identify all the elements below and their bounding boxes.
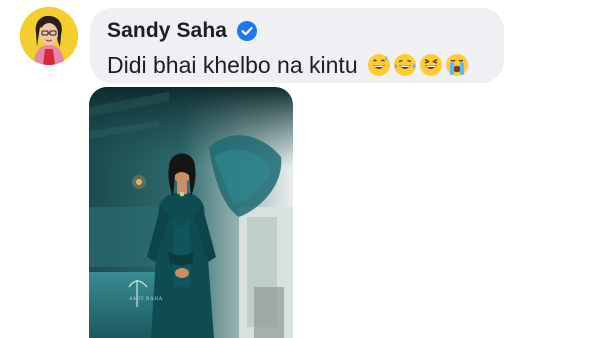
- loudly-crying-emoji-icon: [445, 54, 468, 76]
- avatar[interactable]: [20, 7, 78, 65]
- grinning-sweat-emoji-icon: [367, 54, 390, 76]
- comment-text: Didi bhai khelbo na kintu: [107, 51, 358, 78]
- tears-of-joy-emoji-icon: [393, 54, 416, 76]
- avatar-illustration: [20, 7, 78, 65]
- emoji-group: [367, 53, 471, 77]
- grinning-squint-emoji-icon: [419, 54, 442, 76]
- photo-scene: [89, 87, 293, 338]
- comment-body: Didi bhai khelbo na kintu: [107, 51, 487, 79]
- photo-watermark: AMIT NAHA: [129, 297, 163, 302]
- comment-bubble: Sandy Saha Didi bhai khelbo na kintu: [90, 8, 504, 83]
- author-name[interactable]: Sandy Saha: [107, 19, 227, 43]
- verified-badge-icon: [237, 21, 258, 41]
- comment-header: Sandy Saha: [107, 17, 487, 45]
- attached-photo[interactable]: AMIT NAHA: [89, 87, 293, 338]
